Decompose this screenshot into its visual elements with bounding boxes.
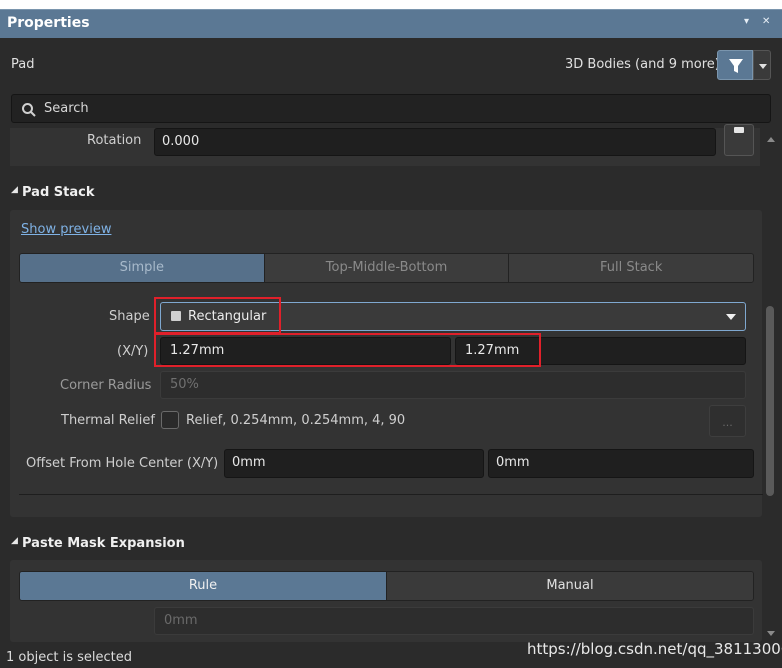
rotation-field[interactable]: 0.000 [154,128,716,156]
rotation-label: Rotation [87,133,142,148]
search-input[interactable]: Search [11,94,771,123]
object-type-label: Pad [11,57,35,72]
paste-mask-mode-tabs: Rule Manual [19,571,754,601]
thermal-relief-settings-button[interactable]: ... [709,405,746,437]
thermal-relief-value: Relief, 0.254mm, 0.254mm, 4, 90 [186,413,406,428]
filter-button[interactable] [717,50,753,80]
pad-stack-title: Pad Stack [22,185,95,200]
scrollbar-thumb[interactable] [766,306,774,496]
paste-mask-value-field: 0mm [154,607,754,635]
search-icon [22,103,36,117]
close-icon[interactable]: ✕ [762,16,770,27]
tab-full-stack[interactable]: Full Stack [509,254,753,282]
show-preview-link[interactable]: Show preview [21,222,111,237]
scroll-down-icon[interactable] [766,630,776,638]
filter-summary[interactable]: 3D Bodies (and 9 more) [565,57,720,72]
divider [19,494,763,495]
rotation-button[interactable] [724,124,754,156]
panel-title-bar: Properties ▾ ✕ [0,9,782,38]
watermark-text: https://blog.csdn.net/qq_38113006 [527,640,782,658]
tab-simple[interactable]: Simple [20,254,265,282]
offset-label: Offset From Hole Center (X/Y) [26,456,219,471]
chevron-down-icon [759,64,767,69]
window-top-edge [0,0,782,9]
thermal-relief-label: Thermal Relief [61,413,155,428]
funnel-icon [729,59,743,73]
scrollbar[interactable] [764,128,778,638]
pin-icon[interactable]: ▾ [744,16,749,27]
rotation-button-icon [734,127,744,133]
paste-mask-title: Paste Mask Expansion [22,536,185,551]
status-text: 1 object is selected [6,650,132,665]
panel-title: Properties [7,15,90,31]
search-placeholder: Search [44,101,89,116]
tab-top-middle-bottom[interactable]: Top-Middle-Bottom [264,254,510,282]
highlight-xy-box [154,333,541,367]
collapse-triangle-icon[interactable]: ◢ [11,536,18,546]
thermal-relief-checkbox[interactable] [161,411,179,429]
offset-y-field[interactable]: 0mm [488,449,754,478]
highlight-shape-box [154,297,281,334]
xy-label: (X/Y) [117,344,149,359]
corner-radius-label: Corner Radius [60,378,152,393]
scroll-up-icon[interactable] [766,136,776,144]
tab-rule[interactable]: Rule [20,572,387,600]
tab-manual[interactable]: Manual [387,572,753,600]
offset-x-field[interactable]: 0mm [224,449,484,478]
shape-label: Shape [109,309,150,324]
pad-stack-mode-tabs: Simple Top-Middle-Bottom Full Stack [19,253,754,283]
filter-dropdown-button[interactable] [753,50,771,80]
corner-radius-field: 50% [160,371,746,399]
collapse-triangle-icon[interactable]: ◢ [11,185,18,195]
chevron-down-icon [726,314,736,320]
